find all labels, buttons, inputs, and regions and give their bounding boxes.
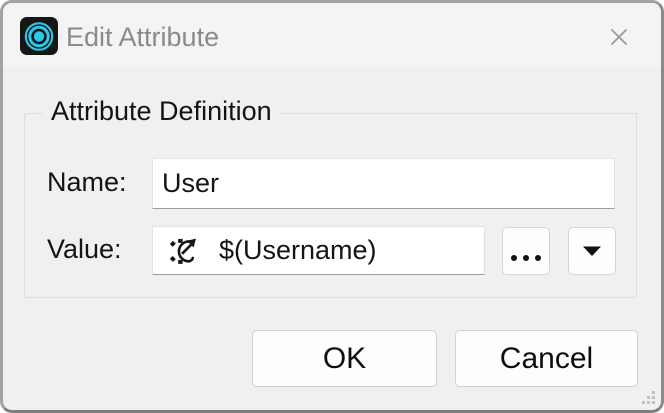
app-icon	[20, 17, 58, 55]
dropdown-button[interactable]	[568, 227, 616, 275]
browse-button[interactable]	[502, 227, 550, 275]
name-input[interactable]	[152, 158, 615, 209]
cancel-button[interactable]: Cancel	[455, 330, 638, 387]
edit-attribute-dialog: Edit Attribute Attribute Definition Name…	[0, 0, 664, 413]
name-label: Name:	[47, 167, 127, 197]
title-bar[interactable]: Edit Attribute	[3, 3, 661, 67]
value-input[interactable]: $(Username)	[152, 226, 485, 275]
window-title: Edit Attribute	[66, 22, 220, 52]
resize-grip[interactable]	[642, 391, 655, 404]
triangle-down-icon	[583, 246, 601, 256]
close-button[interactable]	[597, 17, 641, 57]
group-label: Attribute Definition	[42, 96, 281, 127]
value-text: $(Username)	[219, 235, 377, 265]
close-icon	[610, 28, 628, 46]
expression-gear-arrow-icon	[165, 228, 202, 274]
ok-button[interactable]: OK	[252, 330, 437, 387]
ellipsis-icon	[511, 255, 541, 261]
value-label: Value:	[47, 234, 122, 264]
